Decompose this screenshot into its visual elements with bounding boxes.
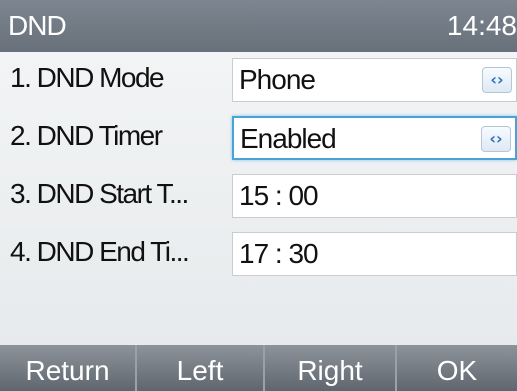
dnd-start-time-value: 15 : 00	[239, 180, 319, 211]
setting-label: 3. DND Start T...	[10, 178, 189, 209]
dnd-mode-value: Phone	[239, 64, 316, 95]
setting-label: 2. DND Timer	[10, 120, 163, 151]
dnd-end-time-input[interactable]: 17 : 30	[232, 232, 517, 276]
setting-row-dnd-start-time[interactable]: 3. DND Start T... 15 : 00	[0, 168, 517, 224]
return-softkey[interactable]: Return	[0, 345, 135, 391]
dnd-start-time-input[interactable]: 15 : 00	[232, 174, 517, 218]
left-right-arrows-icon[interactable]: ‹›	[481, 126, 511, 152]
right-softkey[interactable]: Right	[263, 345, 395, 391]
softkey-bar: Return Left Right OK	[0, 345, 517, 391]
dnd-end-time-value: 17 : 30	[239, 238, 319, 269]
setting-label: 1. DND Mode	[10, 62, 165, 93]
left-softkey[interactable]: Left	[135, 345, 263, 391]
clock: 14:48	[446, 10, 517, 41]
ok-softkey[interactable]: OK	[395, 345, 517, 391]
page-title: DND	[8, 10, 67, 41]
left-right-arrows-icon[interactable]: ‹›	[482, 67, 512, 93]
dnd-mode-select[interactable]: Phone ‹›	[232, 58, 517, 102]
settings-list: 1. DND Mode Phone ‹› 2. DND Timer Enable…	[0, 52, 517, 345]
setting-label: 4. DND End Ti...	[10, 236, 190, 267]
setting-row-dnd-end-time[interactable]: 4. DND End Ti... 17 : 30	[0, 226, 517, 282]
dnd-timer-select[interactable]: Enabled ‹›	[232, 116, 517, 160]
setting-row-dnd-timer[interactable]: 2. DND Timer Enabled ‹›	[0, 110, 517, 166]
setting-row-dnd-mode[interactable]: 1. DND Mode Phone ‹›	[0, 52, 517, 108]
dnd-timer-value: Enabled	[240, 123, 337, 154]
title-bar: DND 14:48	[0, 0, 517, 52]
